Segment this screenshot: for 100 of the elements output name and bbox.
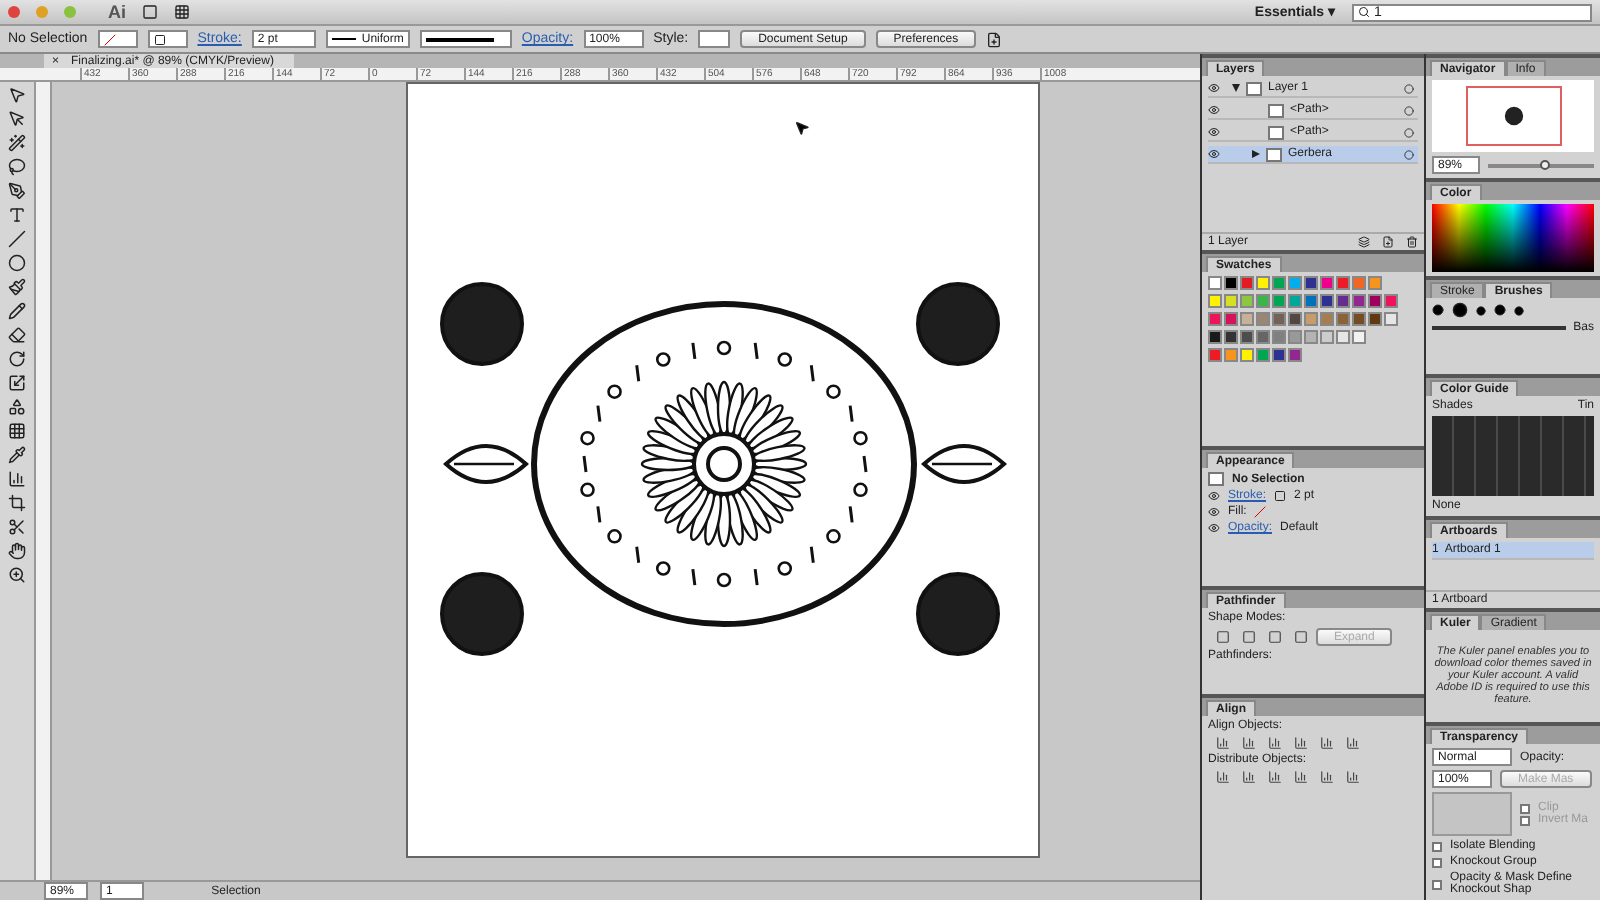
- line-tool-icon[interactable]: [8, 230, 26, 248]
- color-swatch[interactable]: [1368, 312, 1382, 326]
- rotate-icon[interactable]: [8, 350, 26, 368]
- visibility-eye-icon[interactable]: [1208, 522, 1220, 534]
- color-swatch[interactable]: [1384, 294, 1398, 308]
- color-swatch[interactable]: [1304, 294, 1318, 308]
- color-swatch[interactable]: [1336, 294, 1350, 308]
- stroke-square-icon: [153, 33, 166, 45]
- color-swatch[interactable]: [1224, 312, 1238, 326]
- color-swatch[interactable]: [1272, 312, 1286, 326]
- view-frame[interactable]: [1465, 86, 1561, 146]
- target-circle-icon[interactable]: [1404, 149, 1414, 159]
- checkbox[interactable]: [1432, 879, 1442, 889]
- color-swatch[interactable]: [1224, 276, 1238, 290]
- new-layer-icon[interactable]: [1382, 236, 1394, 248]
- close-window-button[interactable]: [8, 6, 20, 18]
- brush-dropdown[interactable]: [419, 30, 512, 48]
- color-swatch[interactable]: [1240, 312, 1254, 326]
- trash-icon[interactable]: [1406, 236, 1418, 248]
- color-swatch[interactable]: [1304, 330, 1318, 344]
- color-swatch[interactable]: [1384, 312, 1398, 326]
- mesh-grid-icon[interactable]: [8, 422, 26, 440]
- lasso-icon[interactable]: [8, 158, 26, 176]
- eraser-icon[interactable]: [8, 326, 26, 344]
- color-swatch[interactable]: [1256, 294, 1270, 308]
- color-swatch[interactable]: [1352, 330, 1366, 344]
- color-swatch[interactable]: [1368, 294, 1382, 308]
- color-swatch[interactable]: [1336, 330, 1350, 344]
- target-circle-icon[interactable]: [1404, 83, 1414, 93]
- type-tool-icon[interactable]: [8, 206, 26, 224]
- visibility-eye-icon[interactable]: [1208, 126, 1220, 138]
- color-swatch[interactable]: [1208, 330, 1222, 344]
- color-swatch[interactable]: [1288, 276, 1302, 290]
- stroke-swatch-icon[interactable]: [1274, 490, 1287, 502]
- color-swatch[interactable]: [1208, 276, 1222, 290]
- color-swatch[interactable]: [1272, 294, 1286, 308]
- color-swatch[interactable]: [1208, 312, 1222, 326]
- color-swatch[interactable]: [1208, 294, 1222, 308]
- color-swatch[interactable]: [1256, 312, 1270, 326]
- scale-icon[interactable]: [8, 374, 26, 392]
- color-swatch[interactable]: [1336, 312, 1350, 326]
- color-swatch[interactable]: [1320, 312, 1334, 326]
- visibility-eye-icon[interactable]: [1208, 104, 1220, 116]
- color-swatch[interactable]: [1256, 348, 1270, 362]
- visibility-eye-icon[interactable]: [1208, 506, 1220, 518]
- color-swatch[interactable]: [1288, 348, 1302, 362]
- color-swatch[interactable]: [1288, 330, 1302, 344]
- shapes-icon[interactable]: [8, 398, 26, 416]
- checkbox[interactable]: [1432, 857, 1442, 867]
- color-spectrum[interactable]: [1432, 204, 1594, 272]
- color-swatch[interactable]: [1272, 330, 1286, 344]
- eyedropper-icon[interactable]: [8, 446, 26, 464]
- color-swatch[interactable]: [1208, 348, 1222, 362]
- color-swatch[interactable]: [1320, 294, 1334, 308]
- target-circle-icon[interactable]: [1404, 105, 1414, 115]
- color-swatch[interactable]: [1224, 348, 1238, 362]
- style-dropdown[interactable]: [698, 30, 731, 48]
- visibility-eye-icon[interactable]: [1208, 148, 1220, 160]
- color-swatch[interactable]: [1352, 276, 1366, 290]
- color-swatch[interactable]: [1240, 294, 1254, 308]
- selection-tool-icon[interactable]: [8, 86, 26, 104]
- hand-icon[interactable]: [8, 542, 26, 560]
- bar-chart-icon[interactable]: [8, 470, 26, 488]
- magic-wand-icon[interactable]: [8, 134, 26, 152]
- color-swatch[interactable]: [1288, 294, 1302, 308]
- color-swatch[interactable]: [1272, 276, 1286, 290]
- target-circle-icon[interactable]: [1404, 127, 1414, 137]
- visibility-eye-icon[interactable]: [1208, 82, 1220, 94]
- pen-tool-icon[interactable]: [8, 182, 26, 200]
- color-swatch[interactable]: [1240, 276, 1254, 290]
- paintbrush-icon[interactable]: [8, 278, 26, 296]
- color-swatch[interactable]: [1352, 312, 1366, 326]
- color-swatch[interactable]: [1240, 348, 1254, 362]
- crop-icon[interactable]: [8, 494, 26, 512]
- scissors-icon[interactable]: [8, 518, 26, 536]
- pencil-icon[interactable]: [8, 302, 26, 320]
- slider-thumb[interactable]: [1540, 159, 1551, 169]
- checkbox[interactable]: [1432, 841, 1442, 851]
- color-swatch[interactable]: [1320, 330, 1334, 344]
- color-swatch[interactable]: [1240, 330, 1254, 344]
- color-swatch[interactable]: [1272, 348, 1286, 362]
- visibility-eye-icon[interactable]: [1208, 490, 1220, 502]
- color-swatch[interactable]: [1288, 312, 1302, 326]
- fill-swatch-dropdown[interactable]: [97, 30, 138, 48]
- color-swatch[interactable]: [1304, 312, 1318, 326]
- new-sublayer-icon[interactable]: [1358, 236, 1370, 248]
- color-swatch[interactable]: [1256, 276, 1270, 290]
- color-swatch[interactable]: [1320, 276, 1334, 290]
- stroke-swatch-dropdown[interactable]: [147, 30, 188, 48]
- no-fill-swatch-icon[interactable]: [1254, 506, 1267, 518]
- direct-selection-icon[interactable]: [8, 110, 26, 128]
- color-swatch[interactable]: [1368, 276, 1382, 290]
- color-swatch[interactable]: [1224, 294, 1238, 308]
- color-swatch[interactable]: [1352, 294, 1366, 308]
- color-swatch[interactable]: [1336, 276, 1350, 290]
- zoom-icon[interactable]: [8, 566, 26, 584]
- color-swatch[interactable]: [1304, 276, 1318, 290]
- ellipse-tool-icon[interactable]: [8, 254, 26, 272]
- color-swatch[interactable]: [1256, 330, 1270, 344]
- color-swatch[interactable]: [1224, 330, 1238, 344]
